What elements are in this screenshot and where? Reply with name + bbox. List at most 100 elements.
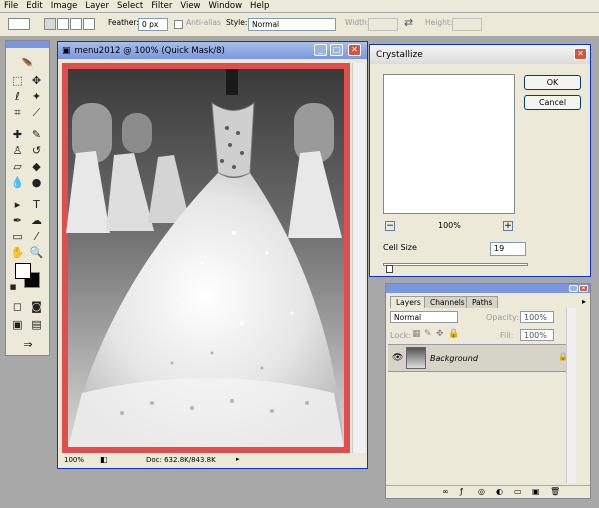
- brush-icon[interactable]: ✎: [28, 127, 45, 143]
- magic-wand-icon[interactable]: ✦: [28, 89, 45, 105]
- options-bar: Feather: 0 px Anti-alias Style: Normal W…: [0, 13, 599, 37]
- status-menu-icon[interactable]: ◧: [100, 455, 108, 464]
- shape-icon[interactable]: ☁: [28, 213, 45, 229]
- maximize-button[interactable]: □: [330, 44, 343, 56]
- screen-mode-icon[interactable]: ▣: [9, 317, 26, 333]
- new-group-icon[interactable]: ▭: [514, 487, 522, 496]
- slice-icon[interactable]: ⟋: [28, 105, 45, 121]
- hand-icon[interactable]: ✋: [9, 245, 26, 261]
- new-selection-icon[interactable]: [44, 18, 56, 30]
- layers-minimize-button[interactable]: _: [569, 285, 578, 292]
- quick-mask-mode-icon[interactable]: ◙: [28, 299, 45, 315]
- lasso-icon[interactable]: ℓ: [9, 89, 26, 105]
- filter-preview[interactable]: [383, 74, 515, 214]
- imageready-jump-icon[interactable]: ⇒: [9, 337, 47, 353]
- lock-transparency-icon[interactable]: ▦: [412, 329, 421, 339]
- fullscreen-mode-icon[interactable]: ▤: [28, 317, 45, 333]
- add-selection-icon[interactable]: [57, 18, 69, 30]
- layer-style-icon[interactable]: ƒ: [460, 487, 463, 496]
- adjustment-layer-icon[interactable]: ◐: [496, 487, 503, 496]
- toolbox: 🪶 ⬚ ✥ ℓ ✦ ⌗ ⟋ ✚ ✎ ♙ ↺ ▱ ◆ 💧 ● ▸ T ✒ ☁ ▭ …: [5, 40, 50, 356]
- eyedropper-icon[interactable]: ⁄: [28, 229, 45, 245]
- cell-size-input[interactable]: 19: [490, 242, 526, 256]
- layers-close-button[interactable]: ✕: [579, 285, 588, 292]
- fill-label: Fill:: [500, 331, 514, 340]
- zoom-in-icon[interactable]: +: [503, 221, 513, 231]
- layers-list-empty: [388, 372, 576, 482]
- layer-mask-icon[interactable]: ◎: [478, 487, 485, 496]
- menu-window[interactable]: Window: [205, 0, 247, 12]
- menu-layer[interactable]: Layer: [81, 0, 113, 12]
- cell-size-slider[interactable]: [383, 263, 528, 266]
- link-layers-icon[interactable]: ∞: [442, 487, 449, 496]
- eraser-icon[interactable]: ▱: [9, 159, 26, 175]
- layer-row-background[interactable]: 👁 Background 🔒: [388, 344, 576, 372]
- height-label: Height:: [425, 18, 453, 27]
- palette-menu-icon[interactable]: ▸: [582, 297, 586, 306]
- path-selection-icon[interactable]: ▸: [9, 197, 26, 213]
- standard-mode-icon[interactable]: ◻: [9, 299, 26, 315]
- history-brush-icon[interactable]: ↺: [28, 143, 45, 159]
- zoom-icon[interactable]: 🔍: [28, 245, 45, 261]
- tool-preset-picker[interactable]: [8, 18, 30, 30]
- height-input: [452, 18, 482, 31]
- zoom-level[interactable]: 100%: [64, 456, 84, 464]
- menu-select[interactable]: Select: [113, 0, 147, 12]
- menu-edit[interactable]: Edit: [22, 0, 46, 12]
- cell-size-slider-thumb[interactable]: [386, 265, 393, 273]
- vertical-scrollbar[interactable]: [352, 63, 365, 453]
- opacity-input[interactable]: 100%: [520, 311, 554, 323]
- delete-layer-icon[interactable]: 🗑: [550, 487, 560, 496]
- swap-icon[interactable]: ⇄: [404, 16, 413, 29]
- menu-help[interactable]: Help: [246, 0, 273, 12]
- style-select[interactable]: Normal: [248, 18, 336, 31]
- minimize-button[interactable]: _: [314, 44, 327, 56]
- foreground-color-swatch[interactable]: [15, 263, 31, 279]
- dodge-icon[interactable]: ●: [28, 175, 45, 191]
- toolbox-titlebar[interactable]: [6, 41, 49, 48]
- document-icon: ▣: [62, 45, 71, 56]
- clone-stamp-icon[interactable]: ♙: [9, 143, 26, 159]
- fill-input[interactable]: 100%: [520, 329, 554, 341]
- cancel-button[interactable]: Cancel: [524, 95, 581, 110]
- healing-brush-icon[interactable]: ✚: [9, 127, 26, 143]
- layers-titlebar[interactable]: [386, 284, 590, 293]
- move-icon[interactable]: ✥: [28, 73, 45, 89]
- menu-file[interactable]: File: [0, 0, 22, 12]
- ok-button[interactable]: OK: [524, 75, 581, 90]
- layer-name[interactable]: Background: [430, 354, 478, 363]
- lock-all-icon[interactable]: 🔒: [448, 329, 459, 339]
- menu-view[interactable]: View: [176, 0, 204, 12]
- status-arrow-icon[interactable]: ▸: [236, 455, 240, 463]
- menu-image[interactable]: Image: [47, 0, 82, 12]
- dialog-titlebar[interactable]: Crystallize: [370, 45, 590, 64]
- notes-icon[interactable]: ▭: [9, 229, 26, 245]
- lock-image-icon[interactable]: ✎: [424, 329, 432, 339]
- marquee-icon[interactable]: ⬚: [9, 73, 26, 89]
- blur-icon[interactable]: 💧: [9, 175, 26, 191]
- menu-filter[interactable]: Filter: [147, 0, 176, 12]
- paint-bucket-icon[interactable]: ◆: [28, 159, 45, 175]
- tab-channels[interactable]: Channels: [424, 296, 471, 308]
- status-bar: 100% ◧ Doc: 632.8K/843.8K ▸: [60, 455, 365, 466]
- feather-logo-icon: 🪶: [21, 59, 35, 70]
- feather-input[interactable]: 0 px: [138, 18, 168, 31]
- type-icon[interactable]: T: [28, 197, 45, 213]
- antialias-checkbox[interactable]: [174, 20, 183, 29]
- close-button[interactable]: ✕: [348, 44, 361, 56]
- lock-position-icon[interactable]: ✥: [436, 329, 444, 339]
- zoom-out-icon[interactable]: −: [385, 221, 395, 231]
- layers-scrollbar[interactable]: [566, 308, 576, 483]
- new-layer-icon[interactable]: ▣: [532, 487, 540, 496]
- default-colors-icon[interactable]: ■: [8, 283, 18, 291]
- tab-paths[interactable]: Paths: [466, 296, 499, 308]
- tab-layers[interactable]: Layers: [390, 296, 427, 308]
- blend-mode-select[interactable]: Normal: [390, 311, 458, 323]
- visibility-eye-icon[interactable]: 👁: [392, 353, 403, 363]
- intersect-selection-icon[interactable]: [83, 18, 95, 30]
- crop-icon[interactable]: ⌗: [9, 105, 26, 121]
- dialog-close-button[interactable]: ✕: [574, 48, 587, 60]
- subtract-selection-icon[interactable]: [70, 18, 82, 30]
- pen-icon[interactable]: ✒: [9, 213, 26, 229]
- image-canvas[interactable]: [62, 63, 350, 453]
